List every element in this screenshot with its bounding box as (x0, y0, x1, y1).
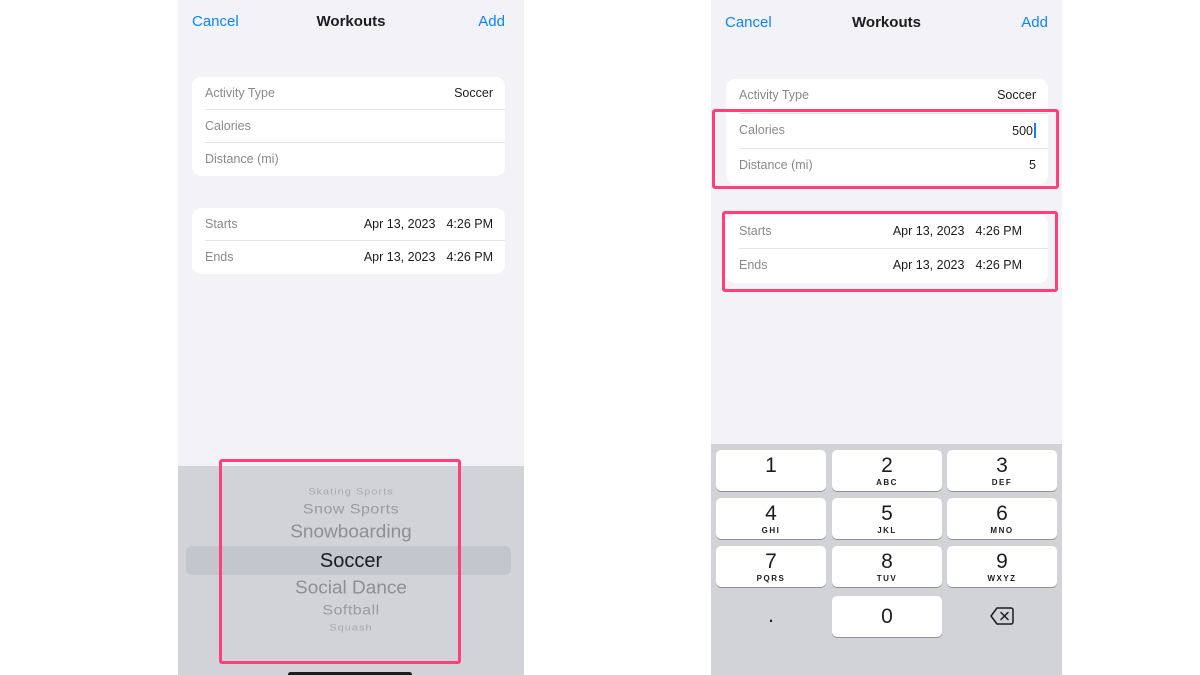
key-digit: 3 (996, 454, 1008, 477)
key-digit: 8 (881, 550, 893, 573)
key-digit: 2 (881, 454, 893, 477)
key-letters: JKL (877, 526, 897, 535)
row-label: Distance (mi) (205, 152, 279, 166)
nav-bar: Cancel Workouts Add (711, 0, 1062, 44)
key-digit: 7 (765, 550, 777, 573)
workout-times-card: Starts Apr 13, 2023 4:26 PM Ends Apr 13, … (192, 208, 505, 274)
start-date: Apr 13, 2023 (363, 217, 436, 231)
key-7[interactable]: 7 PQRS (716, 546, 826, 587)
row-label: Activity Type (205, 86, 275, 100)
distance-row[interactable]: Distance (mi) (205, 143, 505, 176)
row-label: Activity Type (739, 88, 809, 102)
key-1[interactable]: 1 (716, 450, 826, 491)
key-letters: ABC (876, 478, 898, 487)
key-digit: 4 (765, 502, 777, 525)
key-decimal[interactable]: . (716, 596, 826, 637)
key-5[interactable]: 5 JKL (832, 498, 942, 539)
key-letters: MNO (990, 526, 1014, 535)
add-button[interactable]: Add (478, 13, 505, 30)
key-3[interactable]: 3 DEF (947, 450, 1057, 491)
end-time: 4:26 PM (446, 250, 493, 264)
starts-row[interactable]: Starts Apr 13, 2023 4:26 PM (205, 208, 505, 241)
activity-type-row[interactable]: Activity Type Soccer (205, 77, 505, 110)
calories-distance-highlight-box (712, 109, 1059, 189)
end-date: Apr 13, 2023 (363, 250, 436, 264)
backspace-icon (990, 607, 1014, 630)
picker-highlight-box (219, 459, 461, 664)
key-digit: 5 (881, 502, 893, 525)
workout-details-card: Activity Type Soccer Calories Distance (… (192, 77, 505, 176)
key-letters: PQRS (756, 574, 786, 583)
row-value[interactable]: Apr 13, 2023 4:26 PM (364, 217, 493, 231)
times-highlight-box (722, 211, 1058, 292)
key-letters: DEF (991, 478, 1013, 487)
key-2[interactable]: 2 ABC (832, 450, 942, 491)
add-button[interactable]: Add (1021, 14, 1048, 31)
start-time: 4:26 PM (446, 217, 493, 231)
number-keypad: 1 2 ABC 3 DEF 4 GHI 5 JKL 6 MNO 7 PQRS 8 TUV 9W… (711, 444, 1062, 675)
row-label: Starts (205, 217, 238, 231)
row-value: Soccer (997, 88, 1036, 102)
key-digit: . (768, 604, 774, 627)
row-label: Ends (205, 250, 234, 264)
key-digit: 0 (881, 605, 893, 628)
page-title: Workouts (852, 14, 921, 31)
key-digit: 6 (996, 502, 1008, 525)
key-digit: 9 (996, 550, 1008, 573)
row-value[interactable]: Apr 13, 2023 4:26 PM (364, 250, 493, 264)
key-8[interactable]: 8 TUV (832, 546, 942, 587)
calories-row[interactable]: Calories (205, 110, 505, 143)
key-6[interactable]: 6 MNO (947, 498, 1057, 539)
nav-bar: Cancel Workouts Add (178, 0, 524, 44)
right-phone-screen: Cancel Workouts Add Activity Type Soccer… (711, 0, 1062, 675)
key-letters: TUV (876, 574, 898, 583)
row-value: Soccer (454, 86, 493, 100)
key-4[interactable]: 4 GHI (716, 498, 826, 539)
key-0[interactable]: 0 (832, 596, 942, 637)
key-digit: 1 (765, 454, 777, 477)
row-label: Calories (205, 119, 251, 133)
page-title: Workouts (316, 13, 386, 30)
key-letters: WXYZ (987, 574, 1017, 583)
ends-row[interactable]: Ends Apr 13, 2023 4:26 PM (205, 241, 505, 274)
backspace-key[interactable] (947, 596, 1057, 637)
key-9[interactable]: 9 WXYZ (947, 546, 1057, 587)
key-letters: GHI (761, 526, 781, 535)
